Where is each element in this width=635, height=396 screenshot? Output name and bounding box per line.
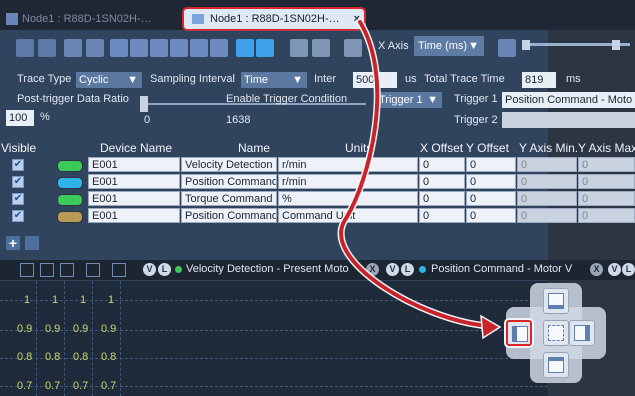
dock-center-icon[interactable] (543, 320, 569, 346)
dock-right-icon[interactable] (569, 320, 595, 346)
dock-bottom-icon[interactable] (543, 352, 569, 378)
dock-top-icon[interactable] (543, 288, 569, 314)
dock-left-icon[interactable] (506, 320, 532, 346)
dock-guide (506, 283, 606, 383)
